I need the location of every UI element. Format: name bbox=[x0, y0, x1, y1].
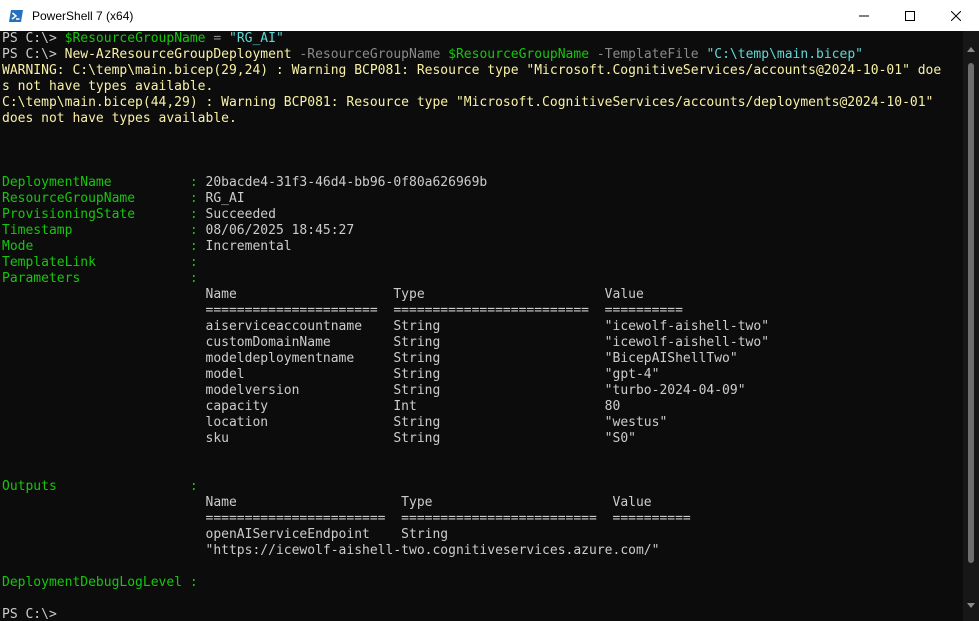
property-name: Timestamp bbox=[2, 223, 190, 238]
table-row: sku String "S0" bbox=[205, 431, 636, 446]
property-line: ResourceGroupName : RG_AI bbox=[2, 191, 245, 206]
warning-line: C:\temp\main.bicep(44,29) : Warning BCP0… bbox=[2, 95, 934, 110]
property-line: ProvisioningState : Succeeded bbox=[2, 207, 276, 222]
table-row: customDomainName String "icewolf-aishell… bbox=[205, 335, 770, 350]
parameter-token: -TemplateFile bbox=[589, 47, 707, 62]
property-name: DeploymentName bbox=[2, 175, 190, 190]
property-name: TemplateLink bbox=[2, 255, 190, 270]
maximize-icon bbox=[905, 10, 915, 21]
string-token: "C:\temp\main.bicep" bbox=[706, 47, 863, 62]
warning-line: WARNING: C:\temp\main.bicep(29,24) : War… bbox=[2, 63, 942, 78]
property-name: DeploymentDebugLogLevel bbox=[2, 575, 190, 590]
table-row: location String "westus" bbox=[205, 415, 668, 430]
table-row: aiserviceaccountname String "icewolf-ais… bbox=[205, 319, 770, 334]
command-line: PS C:\> New-AzResourceGroupDeployment -R… bbox=[2, 47, 963, 63]
table-row: modeldeploymentname String "BicepAIShell… bbox=[205, 351, 738, 366]
minimize-icon bbox=[859, 15, 869, 16]
operator-token: = bbox=[205, 31, 229, 46]
table-row: openAIServiceEndpoint String bbox=[205, 527, 449, 542]
property-value: RG_AI bbox=[205, 191, 245, 206]
property-line: Parameters : bbox=[2, 271, 206, 286]
parameters-table-header: Name Type Value bbox=[205, 287, 644, 302]
table-row: "https://icewolf-aishell-two.cognitivese… bbox=[205, 543, 660, 558]
scroll-up-icon[interactable] bbox=[967, 47, 975, 52]
scroll-thumb[interactable] bbox=[968, 63, 974, 563]
variable-token: $ResourceGroupName bbox=[64, 31, 206, 46]
property-value: Succeeded bbox=[205, 207, 276, 222]
property-value: 20bacde4-31f3-46d4-bb96-0f80a626969b bbox=[205, 175, 488, 190]
prompt: PS C:\> bbox=[2, 31, 65, 46]
warning-line: does not have types available. bbox=[2, 111, 237, 126]
outputs-table-header: Name Type Value bbox=[205, 495, 652, 510]
prompt[interactable]: PS C:\> bbox=[2, 607, 963, 621]
property-name: ProvisioningState bbox=[2, 207, 190, 222]
variable-token: $ResourceGroupName bbox=[448, 47, 590, 62]
table-row: capacity Int 80 bbox=[205, 399, 621, 414]
warning-line: s not have types available. bbox=[2, 79, 214, 94]
maximize-button[interactable] bbox=[887, 0, 933, 31]
property-line: Outputs : bbox=[2, 479, 198, 494]
property-value: 08/06/2025 18:45:27 bbox=[205, 223, 355, 238]
prompt: PS C:\> bbox=[2, 47, 65, 62]
parameter-token: -ResourceGroupName bbox=[291, 47, 449, 62]
command-line: PS C:\> $ResourceGroupName = "RG_AI" bbox=[2, 31, 963, 47]
powershell-icon bbox=[9, 9, 23, 22]
window-controls bbox=[841, 0, 979, 31]
close-button[interactable] bbox=[933, 0, 979, 31]
property-value: Incremental bbox=[205, 239, 292, 254]
scroll-down-icon[interactable] bbox=[967, 603, 975, 608]
parameters-table-separator: ====================== =================… bbox=[205, 303, 683, 318]
property-name: Mode bbox=[2, 239, 190, 254]
table-row: modelversion String "turbo-2024-04-09" bbox=[205, 383, 746, 398]
property-line: Timestamp : 08/06/2025 18:45:27 bbox=[2, 223, 355, 238]
property-line: TemplateLink : bbox=[2, 255, 206, 270]
property-name: Parameters bbox=[2, 271, 190, 286]
close-icon bbox=[951, 10, 961, 21]
property-line: DeploymentName : 20bacde4-31f3-46d4-bb96… bbox=[2, 175, 488, 190]
title-bar[interactable]: PowerShell 7 (x64) bbox=[0, 0, 979, 31]
property-line: Mode : Incremental bbox=[2, 239, 292, 254]
property-name: ResourceGroupName bbox=[2, 191, 190, 206]
console-output[interactable]: PS C:\> $ResourceGroupName = "RG_AI" PS … bbox=[0, 31, 963, 621]
minimize-button[interactable] bbox=[841, 0, 887, 31]
window-title: PowerShell 7 (x64) bbox=[32, 8, 134, 23]
vertical-scrollbar[interactable] bbox=[963, 31, 979, 621]
string-token: "RG_AI" bbox=[229, 31, 284, 46]
outputs-table-separator: ======================= ================… bbox=[205, 511, 691, 526]
property-line: DeploymentDebugLogLevel : bbox=[2, 575, 198, 590]
table-row: model String "gpt-4" bbox=[205, 367, 660, 382]
property-name: Outputs bbox=[2, 479, 190, 494]
cmdlet-token: New-AzResourceGroupDeployment bbox=[64, 47, 292, 62]
